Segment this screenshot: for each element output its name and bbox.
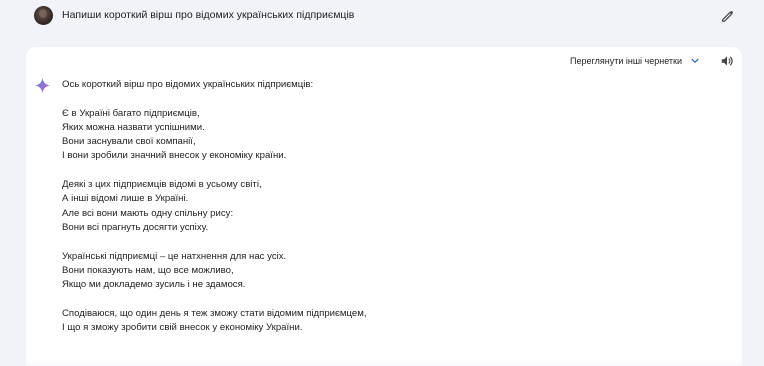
poem-line: Вони всі прагнуть досягти успіху. (62, 221, 209, 233)
response-intro: Ось короткий вірш про відомих українськи… (62, 79, 314, 90)
poem-line: І вони зробили значний внесок у економік… (62, 150, 287, 162)
response-text: Ось короткий вірш про відомих українськи… (62, 78, 367, 335)
speaker-icon[interactable] (720, 54, 734, 68)
card-bottom-edge (26, 360, 742, 366)
poem-line: Деякі з цих підприємців відомі в усьому … (62, 179, 262, 191)
poem-stanza-2: Деякі з цих підприємців відомі в усьому … (62, 178, 367, 235)
poem-line: Якщо ми докладемо зусиль і не здамося. (62, 279, 246, 291)
poem-line: Сподіваюся, що один день я теж зможу ста… (62, 307, 367, 319)
sparkle-icon (34, 77, 51, 94)
poem-stanza-4: Сподіваюся, що один день я теж зможу ста… (62, 307, 367, 336)
poem-line: А інші відомі лише в Україні. (62, 193, 189, 205)
user-avatar[interactable] (34, 6, 53, 25)
poem-stanza-3: Українські підприємці – це натхнення для… (62, 250, 367, 293)
poem-line: Українські підприємці – це натхнення для… (62, 250, 287, 262)
poem-line: Яких можна назвати успішними. (62, 121, 205, 133)
poem-line: Вони заснували свої компанії, (62, 136, 196, 148)
chevron-down-icon (691, 58, 699, 63)
poem-line: Вони показують нам, що все можливо, (62, 264, 234, 276)
poem-stanza-1: Є в Україні багато підприємців, Яких мож… (62, 107, 367, 164)
poem-line: Є в Україні багато підприємців, (62, 107, 200, 119)
response-card: Переглянути інші чернетки Ось короткий в… (26, 47, 742, 366)
user-prompt-row: Напиши короткий вірш про відомих українс… (0, 0, 764, 34)
view-drafts-label: Переглянути інші чернетки (570, 56, 682, 66)
pencil-icon[interactable] (720, 8, 736, 24)
user-prompt-text: Напиши короткий вірш про відомих українс… (62, 9, 355, 21)
poem-line: І що я зможу зробити свій внесок у еконо… (62, 322, 303, 334)
view-drafts-button[interactable]: Переглянути інші чернетки (570, 56, 700, 66)
poem-line: Але всі вони мають одну спільну рису: (62, 207, 234, 219)
